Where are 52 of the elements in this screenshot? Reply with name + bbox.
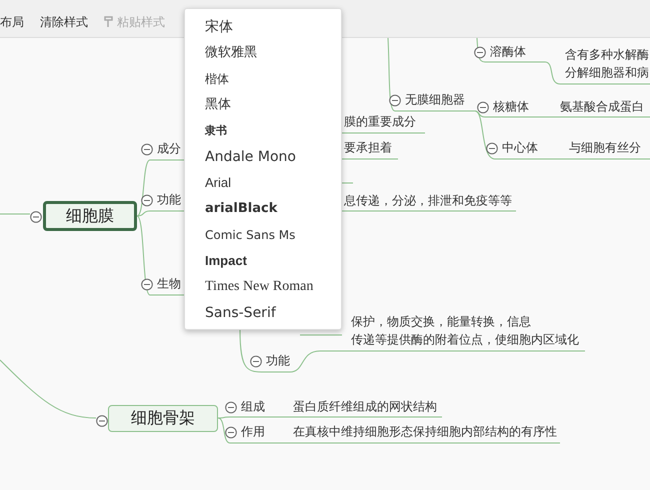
central-topic[interactable]: 细胞骨架 [108,405,218,432]
collapse-icon[interactable] [141,143,153,155]
collapse-icon[interactable] [141,194,153,206]
font-option[interactable]: 微软雅黑 [185,40,341,66]
branch-topic[interactable]: 中心体 [502,140,538,156]
collapse-icon[interactable] [477,101,489,113]
topic-note: 保护，物质交换，能量转换，信息 [351,314,531,330]
font-option[interactable]: 宋体 [185,14,341,40]
collapse-icon[interactable] [141,278,153,290]
topic-note: 含有多种水解酶 [565,46,649,64]
toolbar-button[interactable]: 布局 [0,15,24,29]
collapse-icon[interactable] [474,46,486,58]
topic-note: 传递等提供酶的附着位点，使细胞内区域化 [351,332,579,348]
topic-note: 与细胞有丝分 [569,140,641,156]
font-option[interactable]: Arial [185,170,341,196]
topic-note: 在真核中维持细胞形态保持细胞内部结构的有序性 [293,424,557,440]
collapse-icon[interactable] [250,355,262,367]
branch-topic[interactable]: 功能 [157,192,181,208]
toolbar-button[interactable]: 清除样式 [40,15,88,29]
font-option[interactable]: 黑体 [185,92,341,118]
collapse-icon[interactable] [30,211,42,223]
topic-note: 分解细胞器和病 [565,64,649,82]
collapse-icon[interactable] [389,94,401,106]
font-option[interactable]: Andale Mono [185,144,341,170]
branch-topic[interactable]: 作用 [241,424,265,440]
paint-roller-icon [104,16,114,28]
branch-topic[interactable]: 生物 [157,276,181,292]
topic-note: 要承担着 [344,140,392,156]
font-option[interactable]: Comic Sans Ms [185,222,341,248]
central-topic[interactable]: 细胞膜 [43,201,137,231]
topic-note: 膜的重要成分 [344,114,416,130]
connector-line [342,182,354,184]
font-option[interactable]: Sans-Serif [185,300,341,326]
collapse-icon[interactable] [486,142,498,154]
font-option[interactable]: Times New Roman [185,274,341,300]
branch-topic[interactable]: 成分 [157,140,181,158]
font-option[interactable]: 隶书 [185,118,341,144]
font-option[interactable]: 楷体 [185,66,341,92]
topic-note: 蛋白质纤维组成的网状结构 [293,398,437,416]
branch-topic[interactable]: 组成 [241,398,265,416]
collapse-icon[interactable] [96,415,108,427]
topic-note: 息传递，分泌，排泄和免疫等等 [344,192,512,210]
font-option[interactable]: Impact [185,248,341,274]
collapse-icon[interactable] [225,426,237,438]
branch-topic[interactable]: 功能 [266,352,290,370]
topic-note: 氨基酸合成蛋白 [560,98,644,116]
collapse-icon[interactable] [225,401,237,413]
branch-topic[interactable]: 核糖体 [493,98,529,116]
branch-topic[interactable]: 无膜细胞器 [405,92,465,108]
connector-line [342,158,398,160]
font-option[interactable]: arialBlack [185,196,341,222]
branch-topic[interactable]: 溶酶体 [490,44,526,60]
